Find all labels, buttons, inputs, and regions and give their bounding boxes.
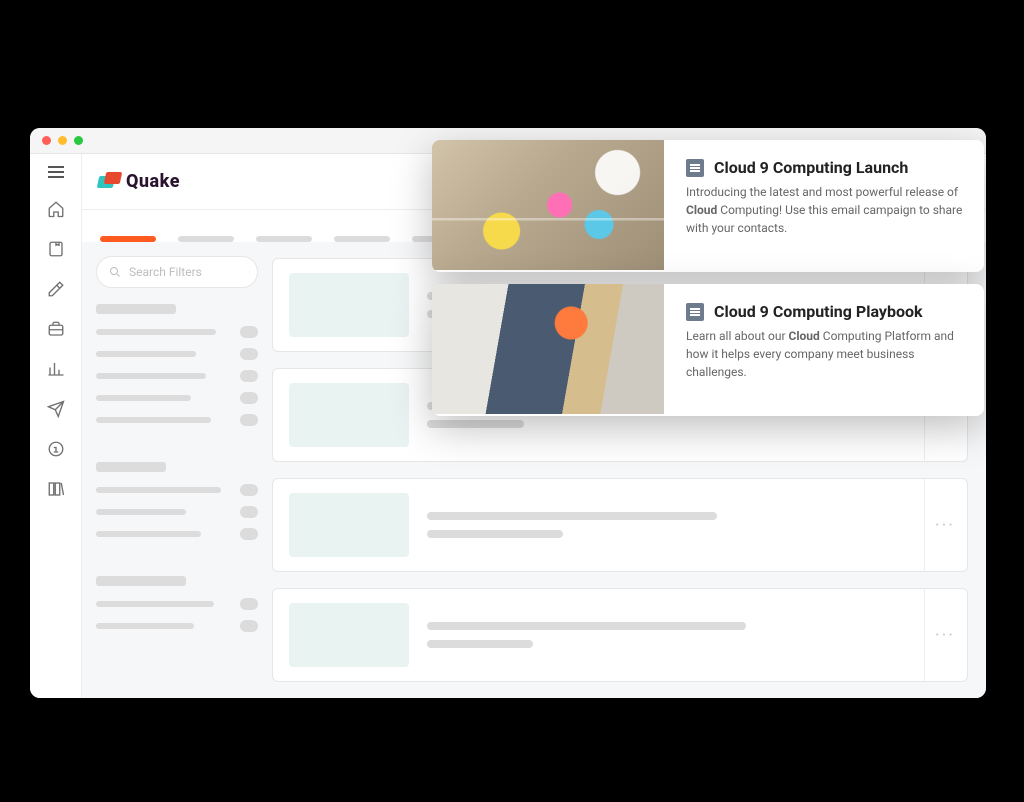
filters-sidebar: Search Filters (82, 242, 268, 698)
nav-rail (30, 154, 82, 698)
send-icon[interactable] (47, 400, 65, 418)
filter-item[interactable] (96, 414, 258, 426)
app-logo[interactable]: Quake (98, 171, 180, 192)
search-icon (109, 266, 121, 278)
document-icon (686, 159, 704, 177)
list-item[interactable]: ··· (272, 588, 968, 682)
chart-icon[interactable] (47, 360, 65, 378)
app-name: Quake (126, 171, 180, 192)
filter-heading (96, 576, 186, 586)
result-description: Learn all about our Cloud Computing Plat… (686, 327, 964, 381)
document-icon (686, 303, 704, 321)
result-thumbnail (432, 140, 664, 270)
filter-item[interactable] (96, 506, 258, 518)
filter-item[interactable] (96, 392, 258, 404)
notes-icon[interactable] (47, 240, 65, 258)
search-input[interactable]: Search Filters (96, 256, 258, 288)
result-description: Introducing the latest and most powerful… (686, 183, 964, 237)
list-item[interactable]: ··· (272, 478, 968, 572)
more-icon[interactable]: ··· (924, 479, 955, 571)
thumbnail (289, 273, 409, 337)
library-icon[interactable] (47, 480, 65, 498)
filter-heading (96, 462, 166, 472)
placeholder-lines (427, 622, 951, 648)
thumbnail (289, 493, 409, 557)
filter-item[interactable] (96, 598, 258, 610)
filter-heading (96, 304, 176, 314)
result-title: Cloud 9 Computing Playbook (714, 302, 923, 321)
logo-mark-icon (98, 172, 120, 192)
briefcase-icon[interactable] (47, 320, 65, 338)
filter-item[interactable] (96, 370, 258, 382)
result-thumbnail (432, 284, 664, 414)
filter-item[interactable] (96, 326, 258, 338)
window-close-icon[interactable] (42, 136, 51, 145)
menu-icon[interactable] (48, 166, 64, 178)
placeholder-lines (427, 512, 951, 538)
window-minimize-icon[interactable] (58, 136, 67, 145)
window-zoom-icon[interactable] (74, 136, 83, 145)
search-placeholder: Search Filters (129, 265, 202, 279)
thumbnail (289, 603, 409, 667)
filter-item[interactable] (96, 484, 258, 496)
badge-icon[interactable] (47, 440, 65, 458)
home-icon[interactable] (47, 200, 65, 218)
filter-item[interactable] (96, 528, 258, 540)
result-title: Cloud 9 Computing Launch (714, 158, 908, 177)
result-card-launch[interactable]: Cloud 9 Computing Launch Introducing the… (432, 140, 984, 272)
result-card-playbook[interactable]: Cloud 9 Computing Playbook Learn all abo… (432, 284, 984, 416)
thumbnail (289, 383, 409, 447)
more-icon[interactable]: ··· (924, 589, 955, 681)
filter-item[interactable] (96, 348, 258, 360)
edit-icon[interactable] (47, 280, 65, 298)
filter-item[interactable] (96, 620, 258, 632)
